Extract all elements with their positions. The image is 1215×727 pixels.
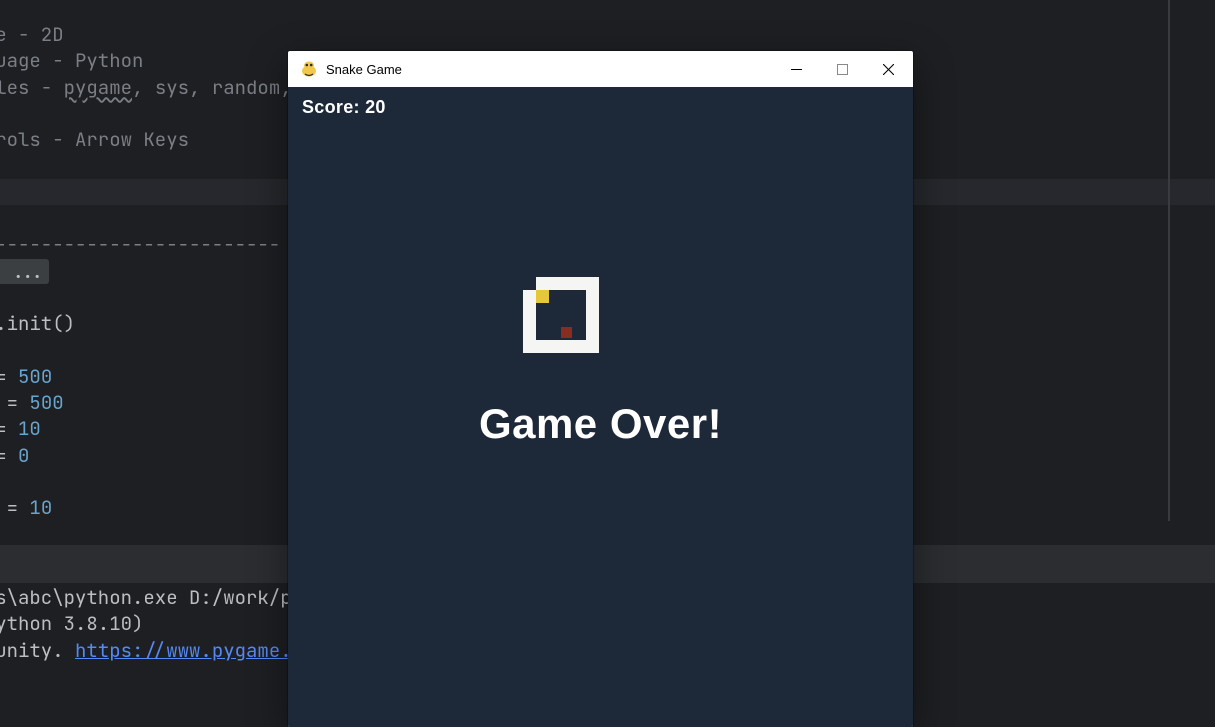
comment-line: nake - 2D (0, 22, 64, 47)
game-over-text: Game Over! (479, 400, 722, 448)
comment-line: odules - pygame, sys, random, (0, 75, 292, 100)
game-canvas[interactable]: Score: 20 Game Over! (288, 87, 913, 727)
snake-segment (586, 277, 599, 290)
pygame-window: Snake Game Score: 20 Game Over! (288, 51, 913, 727)
snake-body (523, 277, 599, 353)
snake-segment (536, 340, 549, 353)
window-titlebar[interactable]: Snake Game (288, 51, 913, 87)
snake-segment (586, 315, 599, 328)
snake-segment (561, 340, 574, 353)
console-line: , Python 3.8.10) (0, 611, 143, 636)
snake-segment (573, 340, 586, 353)
snake-segment (523, 302, 536, 315)
comment-line: ontrols - Arrow Keys (0, 127, 189, 152)
code-line: le = 10 (0, 416, 41, 441)
score-value: 20 (365, 97, 386, 117)
window-title: Snake Game (326, 62, 402, 77)
code-line: re = 0 (0, 443, 29, 468)
snake-segment (573, 277, 586, 290)
snake-segment (586, 302, 599, 315)
code-line: ght = 500 (0, 390, 64, 415)
code-line: d_x = 10 (0, 495, 52, 520)
snake-segment (548, 277, 561, 290)
score-label: Score: (302, 97, 365, 117)
pygame-link[interactable]: https://www.pygame.o (75, 638, 303, 663)
code-line: th = 500 (0, 364, 52, 389)
comment-dashes: ---------------------------- (0, 232, 280, 257)
snake-segment (523, 340, 536, 353)
folded-imports[interactable]: ort ... (0, 259, 49, 284)
pygame-icon (300, 60, 318, 78)
snake-segment (523, 315, 536, 328)
score-display: Score: 20 (302, 97, 386, 118)
console-line: envs\abc\python.exe D:/work/p (0, 585, 292, 610)
snake-segment (548, 340, 561, 353)
snake-head (536, 290, 549, 303)
maximize-button[interactable] (819, 51, 865, 87)
snake-food (561, 327, 572, 338)
minimize-button[interactable] (773, 51, 819, 87)
snake-segment (561, 277, 574, 290)
snake-segment (536, 277, 549, 290)
code-line: ame.init() (0, 311, 75, 336)
close-button[interactable] (865, 51, 911, 87)
console-line: ommunity. https://www.pygame.o (0, 638, 303, 663)
snake-segment (586, 290, 599, 303)
snake-segment (523, 290, 536, 303)
snake-segment (586, 327, 599, 340)
comment-line: anguage - Python (0, 48, 143, 73)
snake-segment (523, 327, 536, 340)
snake-segment (586, 340, 599, 353)
